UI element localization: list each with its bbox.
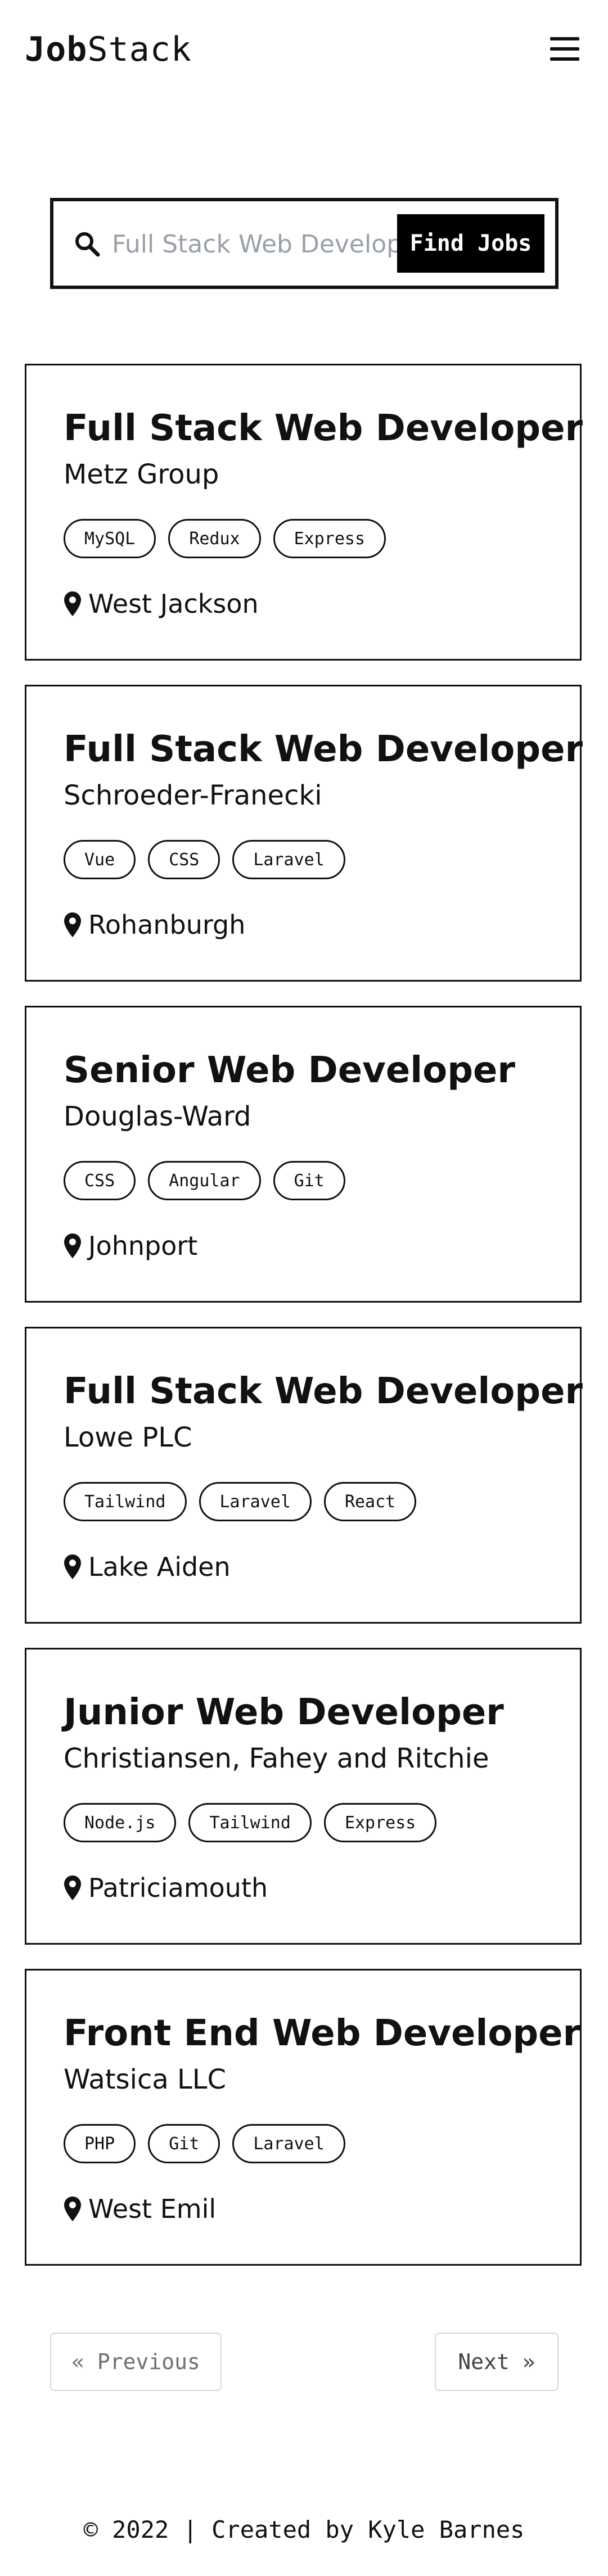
- find-jobs-button[interactable]: Find Jobs: [397, 214, 544, 273]
- previous-page-button[interactable]: « Previous: [50, 2333, 222, 2391]
- job-location: Patriciamouth: [64, 1872, 268, 1904]
- job-location: Lake Aiden: [64, 1551, 231, 1583]
- skill-tag[interactable]: Angular: [148, 1161, 261, 1200]
- job-location: Johnport: [64, 1230, 197, 1262]
- skill-tag[interactable]: CSS: [64, 1161, 136, 1200]
- skill-tag[interactable]: Laravel: [199, 1482, 312, 1521]
- job-location: West Jackson: [64, 588, 259, 620]
- location-pin-icon: [64, 1554, 81, 1579]
- location-pin-icon: [64, 1233, 81, 1258]
- skill-tag[interactable]: React: [323, 1482, 417, 1521]
- job-title[interactable]: Front End Web Developer: [64, 2011, 580, 2056]
- skill-tag[interactable]: Tailwind: [64, 1482, 187, 1521]
- skill-tags: PHP Git Laravel: [64, 2124, 345, 2163]
- job-title[interactable]: Full Stack Web Developer: [64, 1369, 583, 1414]
- job-card[interactable]: Front End Web Developer Watsica LLC PHP G…: [25, 1969, 582, 2266]
- job-card[interactable]: Junior Web Developer Christiansen, Fahey…: [25, 1648, 582, 1945]
- company-name: Metz Group: [64, 459, 219, 490]
- skill-tag[interactable]: Node.js: [64, 1803, 177, 1842]
- location-text: West Emil: [88, 2194, 217, 2224]
- skill-tag[interactable]: CSS: [148, 840, 220, 879]
- hamburger-menu-icon[interactable]: [549, 36, 580, 62]
- skill-tags: Tailwind Laravel React: [64, 1482, 417, 1521]
- hamburger-bar: [550, 47, 579, 51]
- job-location: West Emil: [64, 2193, 216, 2225]
- company-name: Lowe PLC: [64, 1422, 192, 1453]
- job-title[interactable]: Full Stack Web Developer: [64, 727, 583, 772]
- skill-tag[interactable]: Redux: [168, 519, 261, 558]
- next-page-button[interactable]: Next »: [435, 2333, 559, 2391]
- search-bar: Find Jobs: [50, 198, 559, 289]
- job-title[interactable]: Junior Web Developer: [64, 1690, 504, 1735]
- location-text: West Jackson: [88, 589, 259, 619]
- location-text: Patriciamouth: [88, 1873, 268, 1903]
- skill-tags: Node.js Tailwind Express: [64, 1803, 437, 1842]
- location-text: Rohanburgh: [88, 910, 246, 940]
- location-pin-icon: [64, 2197, 81, 2221]
- logo[interactable]: JobStack: [25, 29, 192, 70]
- skill-tag[interactable]: MySQL: [64, 519, 156, 558]
- skill-tag[interactable]: Laravel: [232, 840, 345, 879]
- job-location: Rohanburgh: [64, 909, 245, 941]
- skill-tag[interactable]: PHP: [64, 2124, 136, 2163]
- skill-tags: CSS Angular Git: [64, 1161, 345, 1200]
- location-pin-icon: [64, 1875, 81, 1900]
- job-title[interactable]: Senior Web Developer: [64, 1048, 515, 1093]
- hamburger-bar: [550, 57, 579, 61]
- company-name: Schroeder-Franecki: [64, 780, 322, 811]
- company-name: Christiansen, Fahey and Ritchie: [64, 1743, 489, 1774]
- skill-tag[interactable]: Tailwind: [188, 1803, 312, 1842]
- location-pin-icon: [64, 591, 81, 616]
- site-footer: © 2022 | Created by Kyle Barnes: [83, 2516, 525, 2543]
- skill-tag[interactable]: Git: [273, 1161, 345, 1200]
- job-card[interactable]: Full Stack Web Developer Metz Group MySQ…: [25, 364, 583, 661]
- job-card[interactable]: Full Stack Web Developer Lowe PLC Tailwi…: [25, 1327, 583, 1624]
- location-text: Johnport: [88, 1231, 198, 1261]
- skill-tags: MySQL Redux Express: [64, 519, 386, 558]
- job-card[interactable]: Senior Web Developer Douglas-Ward CSS Ang…: [25, 1006, 582, 1303]
- skill-tag[interactable]: Laravel: [232, 2124, 345, 2163]
- logo-bold: Job: [25, 30, 88, 69]
- location-pin-icon: [64, 912, 81, 937]
- company-name: Douglas-Ward: [64, 1101, 251, 1132]
- search-icon: [75, 232, 100, 257]
- location-text: Lake Aiden: [88, 1552, 231, 1582]
- site-header: JobStack: [0, 0, 608, 101]
- skill-tag[interactable]: Express: [323, 1803, 437, 1842]
- skill-tag[interactable]: Express: [273, 519, 386, 558]
- job-card[interactable]: Full Stack Web Developer Schroeder-Frane…: [25, 685, 583, 982]
- job-title[interactable]: Full Stack Web Developer: [64, 406, 583, 451]
- skill-tags: Vue CSS Laravel: [64, 840, 345, 879]
- search-input[interactable]: [112, 219, 444, 269]
- company-name: Watsica LLC: [64, 2064, 227, 2095]
- logo-regular: Stack: [87, 30, 192, 69]
- skill-tag[interactable]: Vue: [64, 840, 136, 879]
- hamburger-bar: [550, 37, 579, 40]
- skill-tag[interactable]: Git: [148, 2124, 220, 2163]
